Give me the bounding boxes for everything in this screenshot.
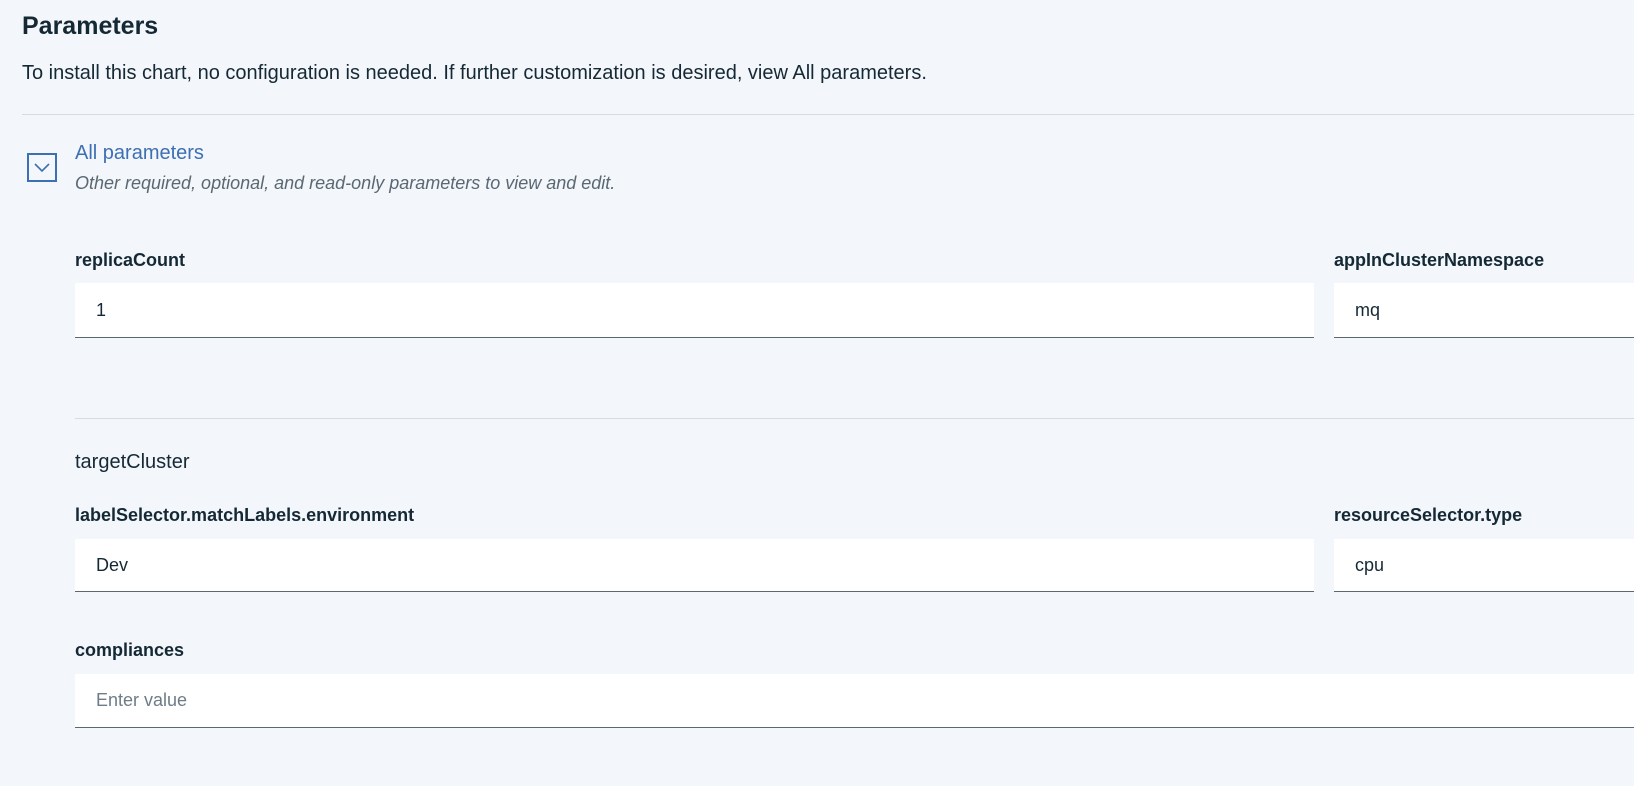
resource-selector-type-label: resourceSelector.type — [1334, 505, 1523, 525]
label-selector-environment-input[interactable] — [75, 539, 1314, 592]
accordion-subtitle: Other required, optional, and read-only … — [75, 173, 616, 193]
accordion-toggle-button[interactable] — [27, 153, 57, 182]
app-in-cluster-namespace-input[interactable] — [1334, 283, 1634, 338]
compliances-label: compliances — [75, 640, 185, 660]
label-selector-environment-label: labelSelector.matchLabels.environment — [75, 505, 415, 525]
group-title-target-cluster: targetCluster — [75, 451, 190, 473]
page-description: To install this chart, no configuration … — [22, 62, 927, 84]
page-title: Parameters — [22, 12, 159, 40]
replica-count-input[interactable] — [75, 283, 1314, 338]
chevron-down-icon — [34, 162, 50, 172]
compliances-input[interactable] — [75, 674, 1634, 728]
section-divider — [22, 114, 1634, 115]
accordion-title[interactable]: All parameters — [75, 142, 204, 165]
group-divider — [75, 418, 1634, 419]
parameters-page: Parameters To install this chart, no con… — [0, 0, 1634, 786]
app-in-cluster-namespace-label: appInClusterNamespace — [1334, 250, 1545, 270]
replica-count-label: replicaCount — [75, 250, 186, 270]
resource-selector-type-input[interactable] — [1334, 539, 1634, 592]
